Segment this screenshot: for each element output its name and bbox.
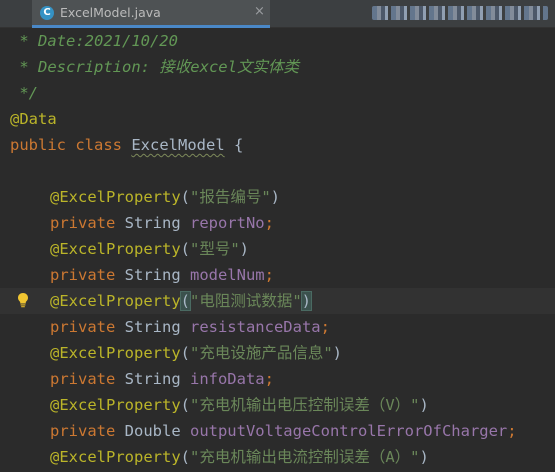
annotation-name: @ExcelProperty (50, 188, 181, 206)
code-line: @ExcelProperty("充电机输出电压控制误差（V）") (0, 392, 555, 418)
class-name: ExcelModel (131, 136, 225, 154)
string-literal: "报告编号" (190, 188, 271, 206)
type-name: String (124, 370, 190, 388)
code-line: * Date:2021/10/20 (0, 28, 555, 54)
code-line-text: private String reportNo; (50, 213, 274, 233)
annotation-name: @ExcelProperty (50, 292, 181, 310)
lightbulb-icon[interactable] (17, 292, 29, 308)
blurred-toolbar-region (372, 6, 548, 20)
field-name: infoData (189, 370, 265, 388)
code-line-current: @ExcelProperty("电阻测试数据") (0, 288, 555, 314)
code-line: @ExcelProperty("报告编号") (0, 184, 555, 210)
keyword-text: private (50, 422, 125, 440)
field-name: resistanceData (189, 318, 321, 336)
keyword-text: public class (10, 136, 132, 154)
string-literal: "充电设施产品信息" (190, 344, 333, 362)
type-name: String (124, 266, 190, 284)
string-literal: "充电机输出电流控制误差（A）" (190, 448, 420, 466)
tab-excelmodel-java[interactable]: C ExcelModel.java × (32, 0, 270, 28)
paren: ( (180, 240, 190, 258)
editor-tab-bar: C ExcelModel.java × (0, 0, 555, 28)
code-line: */ (0, 80, 555, 106)
semicolon: ; (320, 318, 330, 336)
comment-text: */ (10, 84, 38, 102)
annotation-name: @ExcelProperty (50, 344, 181, 362)
string-literal: "型号" (190, 240, 240, 258)
code-line-text: private String resistanceData; (50, 317, 330, 337)
code-line-text: @ExcelProperty("报告编号") (50, 187, 280, 207)
paren: ) (419, 396, 429, 414)
paren: ( (180, 188, 190, 206)
code-line-text: private String infoData; (50, 369, 274, 389)
string-literal: "电阻测试数据" (190, 292, 302, 310)
close-icon[interactable]: × (254, 5, 265, 19)
java-class-icon: C (40, 6, 54, 20)
code-line-text: @ExcelProperty("充电机输出电压控制误差（V）") (50, 395, 429, 415)
paren: ) (419, 448, 429, 466)
matched-paren: ) (300, 291, 313, 311)
field-name: modelNum (189, 266, 265, 284)
keyword-text: private (50, 266, 125, 284)
code-editor[interactable]: * Date:2021/10/20 * Description: 接收excel… (0, 28, 555, 472)
paren: ( (180, 448, 190, 466)
code-line: private Double outputVoltageControlError… (0, 418, 555, 444)
code-line: @Data (0, 106, 555, 132)
paren: ( (180, 344, 190, 362)
field-name: outputVoltageControlErrorOfCharger (189, 422, 508, 440)
string-literal: "充电机输出电压控制误差（V）" (190, 396, 420, 414)
comment-text: * Date:2021/10/20 (10, 32, 178, 50)
code-line-text: * Date:2021/10/20 (10, 31, 178, 51)
code-line-text: */ (10, 83, 38, 103)
annotation-name: @ExcelProperty (50, 448, 181, 466)
semicolon: ; (264, 370, 274, 388)
matched-paren: ( (179, 291, 192, 311)
keyword-text: private (50, 214, 125, 232)
code-line-text: @ExcelProperty("充电机输出电流控制误差（A）") (50, 447, 429, 467)
comment-text: * Description: 接收excel文实体类 (10, 58, 299, 76)
code-line: private String infoData; (0, 366, 555, 392)
semicolon: ; (507, 422, 517, 440)
semicolon: ; (264, 266, 274, 284)
code-line: private String modelNum; (0, 262, 555, 288)
code-line-text: @ExcelProperty("型号") (50, 239, 249, 259)
paren: ) (332, 344, 343, 362)
text-caret (311, 292, 313, 310)
code-line: * Description: 接收excel文实体类 (0, 54, 555, 80)
code-line-text: @ExcelProperty("充电设施产品信息") (50, 343, 342, 363)
code-line: private String reportNo; (0, 210, 555, 236)
code-line-text: private String modelNum; (50, 265, 274, 285)
tab-label: ExcelModel.java (60, 5, 161, 20)
paren: ( (180, 396, 190, 414)
code-line-text: * Description: 接收excel文实体类 (10, 57, 299, 77)
data-annotation: @Data (10, 110, 57, 128)
keyword-text: private (50, 318, 125, 336)
code-line: private String resistanceData; (0, 314, 555, 340)
code-line: @ExcelProperty("充电机输出电流控制误差（A）") (0, 444, 555, 470)
annotation-name: @ExcelProperty (50, 396, 181, 414)
keyword-text: private (50, 370, 125, 388)
code-line-text: public class ExcelModel { (10, 135, 243, 155)
type-name: String (124, 214, 190, 232)
field-name: reportNo (189, 214, 265, 232)
code-line-text: private Double outputVoltageControlError… (50, 421, 517, 441)
code-line-text: @ExcelProperty("电阻测试数据") (50, 291, 313, 311)
paren: ) (239, 240, 250, 258)
open-brace: { (224, 136, 244, 154)
annotation-name: @ExcelProperty (50, 240, 181, 258)
ide-window: C ExcelModel.java × * Date:2021/10/20 * … (0, 0, 555, 472)
code-line: public class ExcelModel { (0, 132, 555, 158)
type-name: Double (124, 422, 190, 440)
code-line: @ExcelProperty("充电设施产品信息") (0, 340, 555, 366)
paren: ) (270, 188, 281, 206)
type-name: String (124, 318, 190, 336)
semicolon: ; (264, 214, 274, 232)
code-line: @ExcelProperty("型号") (0, 236, 555, 262)
code-line-text: @Data (10, 109, 57, 129)
